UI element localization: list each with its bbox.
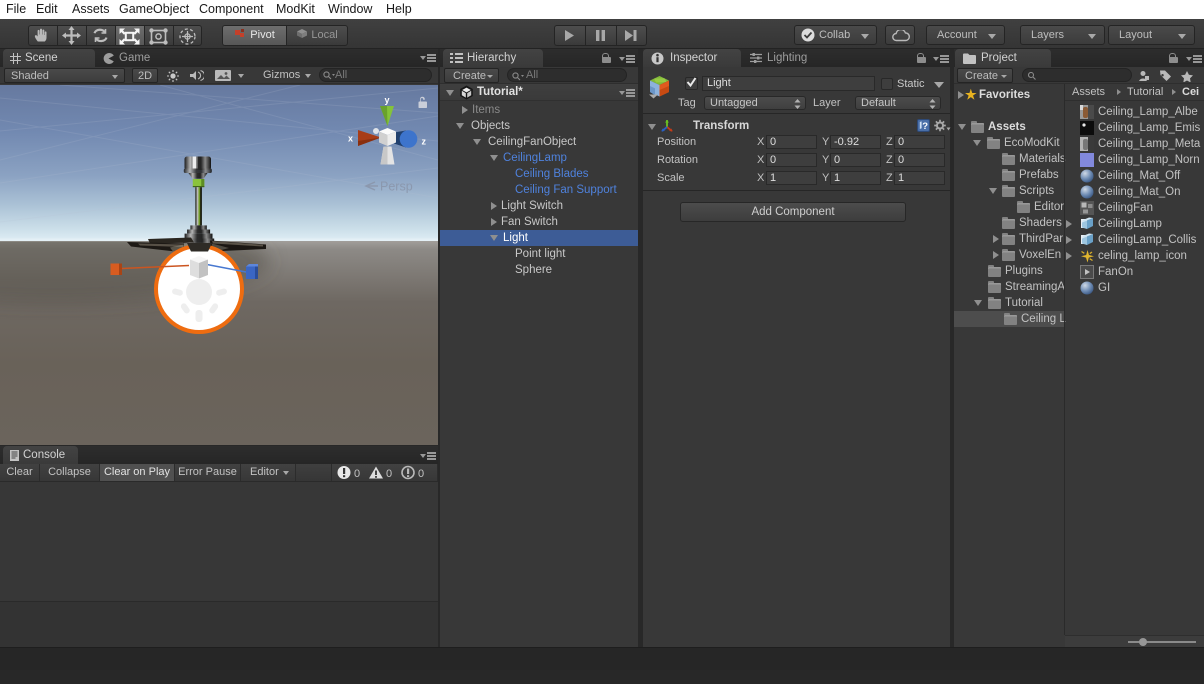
svg-text:0: 0 — [354, 468, 360, 480]
svg-text:Persp: Persp — [380, 180, 413, 194]
svg-text:x: x — [348, 134, 353, 144]
svg-text:z: z — [422, 137, 427, 147]
svg-text:y: y — [385, 95, 390, 105]
svg-text:0: 0 — [418, 468, 424, 480]
svg-text:0: 0 — [386, 468, 392, 480]
svg-text:?: ? — [922, 121, 928, 132]
